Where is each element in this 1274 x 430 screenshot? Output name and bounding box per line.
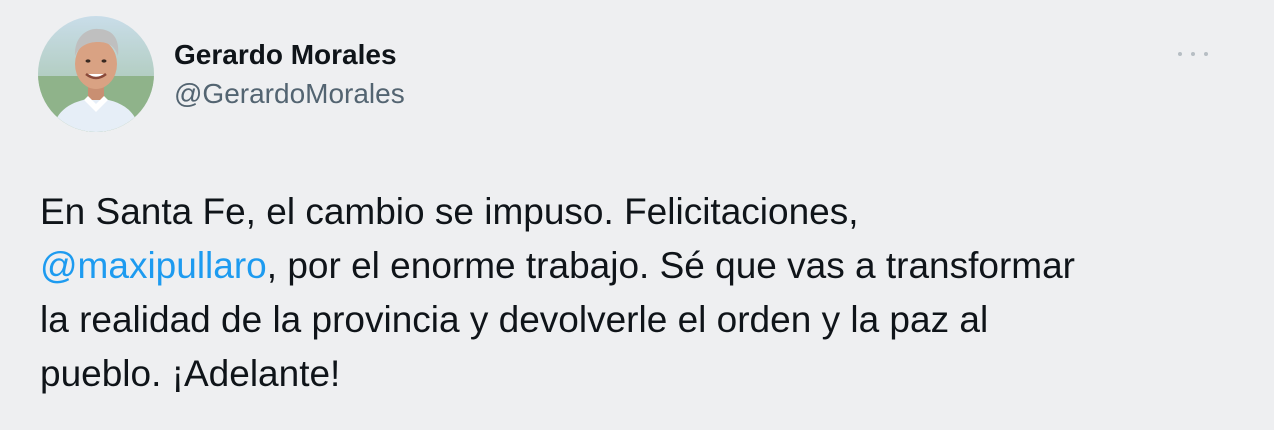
tweet-card: Gerardo Morales @GerardoMorales En Santa…	[0, 0, 1274, 430]
tweet-line: pueblo. ¡Adelante!	[40, 353, 341, 394]
tweet-text-segment: , por el enorme trabajo. Sé que vas a tr…	[266, 245, 1076, 286]
mention-link[interactable]: @maxipullaro	[40, 245, 267, 286]
tweet-line: la realidad de la provincia y devolverle…	[40, 299, 989, 340]
tweet-line: En Santa Fe, el cambio se impuso. Felici…	[40, 191, 859, 232]
tweet-line: @maxipullaro, por el enorme trabajo. Sé …	[40, 239, 1240, 293]
tweet-text: En Santa Fe, el cambio se impuso. Felici…	[40, 185, 1240, 401]
profile-photo	[38, 16, 154, 132]
more-dot	[1178, 52, 1182, 56]
author-avatar[interactable]	[38, 16, 154, 132]
more-dot	[1191, 52, 1195, 56]
author-handle[interactable]: @GerardoMorales	[174, 77, 405, 111]
author-display-name[interactable]: Gerardo Morales	[174, 38, 397, 72]
more-dot	[1204, 52, 1208, 56]
more-options-icon[interactable]	[1178, 44, 1208, 64]
